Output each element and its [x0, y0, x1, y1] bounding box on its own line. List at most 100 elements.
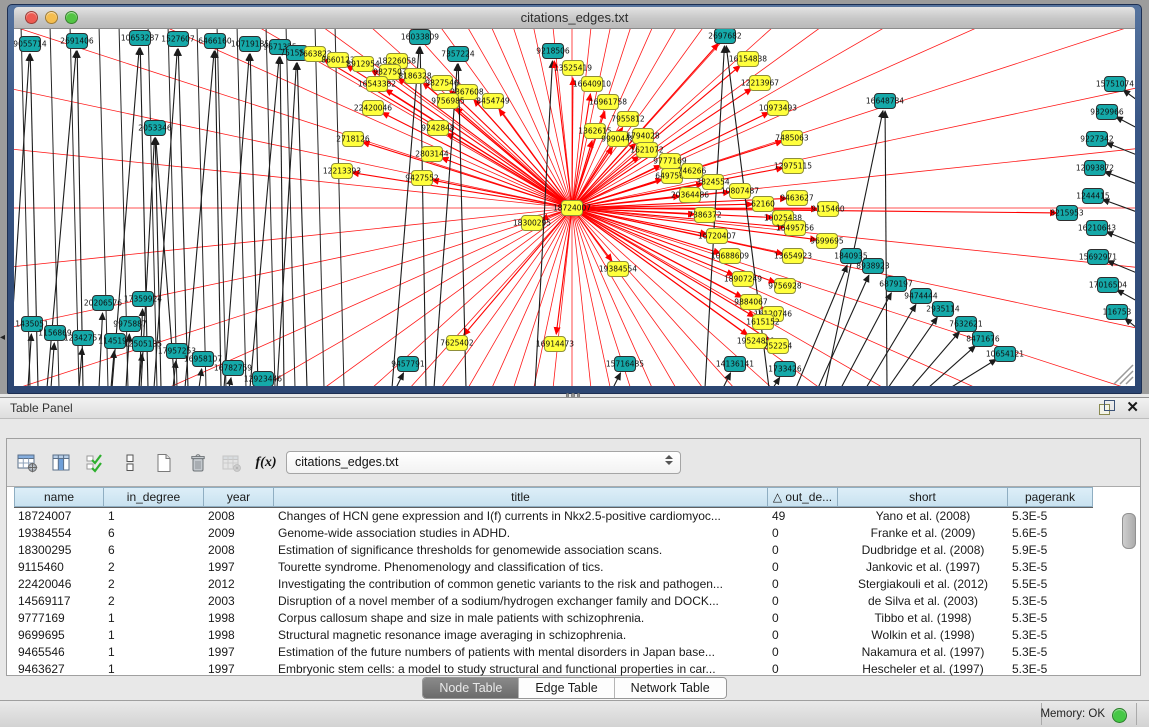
delete-table-icon[interactable] [185, 450, 211, 476]
column-header-out-de-[interactable]: △ out_de... [768, 487, 838, 507]
graph-node[interactable]: 1615152 [746, 315, 780, 330]
table-row[interactable]: 911546021997Tourette syndrome. Phenomeno… [14, 559, 1093, 576]
graph-node[interactable]: 1621072 [630, 143, 664, 158]
graph-node[interactable]: 16033809 [401, 30, 439, 45]
graph-node[interactable]: 16648784 [866, 94, 904, 109]
graph-node[interactable]: 8454749 [476, 94, 510, 109]
graph-node[interactable]: 9055714 [14, 37, 47, 52]
graph-node[interactable]: 18300295 [513, 216, 551, 231]
new-table-icon[interactable] [151, 450, 177, 476]
tab-edge-table[interactable]: Edge Table [518, 678, 613, 698]
graph-node[interactable]: 2718126 [336, 132, 370, 147]
graph-node[interactable]: 8215953 [1050, 206, 1084, 221]
graph-node[interactable]: 2053346 [138, 121, 172, 136]
table-row[interactable]: 1456911722003Disruption of a novel membe… [14, 593, 1093, 610]
tab-node-table[interactable]: Node Table [423, 678, 518, 698]
graph-node[interactable]: 12975115 [774, 159, 812, 174]
graph-node[interactable]: 13654923 [774, 249, 812, 264]
graph-node[interactable]: 7357224 [441, 47, 475, 62]
graph-node[interactable]: 7485063 [775, 131, 809, 146]
graph-node[interactable]: 6466160 [198, 34, 232, 49]
graph-node[interactable]: 20206576 [84, 296, 122, 311]
graph-node[interactable]: 9218506 [536, 44, 570, 59]
graph-node[interactable]: 116753 [1103, 305, 1132, 320]
graph-node[interactable]: 2935114 [926, 302, 960, 317]
graph-node[interactable]: 16720407 [698, 229, 736, 244]
graph-node[interactable]: 8938923 [856, 259, 890, 274]
table-scrollbar[interactable] [1122, 513, 1134, 673]
graph-node[interactable]: 7632621 [949, 317, 983, 332]
table-settings-icon[interactable] [15, 450, 41, 476]
column-header-in-degree[interactable]: in_degree [104, 487, 204, 507]
column-header-year[interactable]: year [204, 487, 274, 507]
graph-node[interactable]: 10973493 [759, 101, 797, 116]
table-row[interactable]: 1872400712008Changes of HCN gene express… [14, 508, 1093, 525]
graph-node[interactable]: 1733426 [768, 362, 802, 377]
table-row[interactable]: 946362711997Embryonic stem cells: a mode… [14, 661, 1093, 678]
graph-node[interactable]: 1527607 [161, 32, 195, 47]
graph-node[interactable]: 16961758 [589, 95, 627, 110]
graph-node[interactable]: 9457791 [391, 357, 425, 372]
graph-node[interactable]: 2697682 [708, 29, 742, 44]
graph-node[interactable]: 16154838 [729, 52, 767, 67]
graph-node[interactable]: 12213967 [741, 76, 779, 91]
column-header-pagerank[interactable]: pagerank [1008, 487, 1093, 507]
table-row[interactable]: 2242004622012Investigating the contribut… [14, 576, 1093, 593]
tab-network-table[interactable]: Network Table [614, 678, 726, 698]
graph-node[interactable]: 12342757 [64, 331, 102, 346]
float-window-icon[interactable] [1099, 400, 1114, 415]
graph-node[interactable]: 9463627 [780, 191, 814, 206]
delete-table-disabled-icon[interactable] [219, 450, 245, 476]
window-resize-grip[interactable] [1114, 365, 1133, 384]
collapse-panel-arrow-icon[interactable]: ◂ [0, 333, 5, 343]
network-window-titlebar[interactable]: citations_edges.txt [14, 7, 1135, 29]
graph-node[interactable]: 9756928 [768, 279, 802, 294]
graph-node[interactable]: 7386372 [688, 208, 722, 223]
graph-node[interactable]: 9699695 [810, 234, 844, 249]
graph-node[interactable]: 14136141 [716, 357, 754, 372]
column-header-name[interactable]: name [14, 487, 104, 507]
table-select-dropdown[interactable]: citations_edges.txt [286, 451, 681, 474]
graph-node[interactable]: 16640910 [573, 77, 611, 92]
graph-node[interactable]: 15716485 [606, 357, 644, 372]
graph-node[interactable]: 7955812 [611, 112, 645, 127]
table-row[interactable]: 977716911998Corpus callosum shape and si… [14, 610, 1093, 627]
close-panel-icon[interactable]: ✕ [1126, 400, 1139, 415]
table-row[interactable]: 1938455462009Genome-wide association stu… [14, 525, 1093, 542]
graph-node[interactable]: 12213393 [323, 164, 361, 179]
graph-node[interactable]: 10654121 [986, 347, 1024, 362]
graph-node[interactable]: 17016504 [1089, 278, 1127, 293]
graph-node[interactable]: 1244415 [1076, 189, 1110, 204]
table-row[interactable]: 1830029562008Estimation of significance … [14, 542, 1093, 559]
network-canvas[interactable]: 9055714269140610653287152760764661601071… [14, 29, 1135, 386]
column-header-title[interactable]: title [274, 487, 768, 507]
graph-node[interactable]: 746266 [678, 164, 707, 179]
select-columns-icon[interactable] [83, 450, 109, 476]
graph-node[interactable]: 9242848 [421, 121, 455, 136]
graph-node[interactable]: 2691406 [60, 34, 94, 49]
graph-node[interactable]: 10807487 [721, 184, 759, 199]
table-row[interactable]: 969969511998Structural magnetic resonanc… [14, 627, 1093, 644]
graph-node[interactable]: 9474444 [904, 289, 938, 304]
column-header-short[interactable]: short [838, 487, 1008, 507]
graph-node[interactable]: 10653287 [121, 31, 159, 46]
table-column-icon[interactable] [49, 450, 75, 476]
graph-node[interactable]: 8471676 [966, 332, 1000, 347]
graph-node[interactable]: 15751074 [1096, 77, 1134, 92]
graph-node[interactable]: 9427552 [405, 171, 439, 186]
graph-node[interactable]: 62160 [751, 197, 775, 212]
graph-node[interactable]: 9115460 [811, 202, 845, 217]
graph-node[interactable]: 17359924 [124, 292, 162, 307]
graph-node[interactable]: 16543382 [358, 77, 396, 92]
graph-node[interactable]: 2803144 [415, 147, 449, 162]
graph-node[interactable]: 252254 [764, 339, 793, 354]
row-height-icon[interactable] [117, 450, 143, 476]
function-builder-icon[interactable]: f(x) [253, 450, 279, 476]
table-row[interactable]: 946554611997Estimation of the future num… [14, 644, 1093, 661]
graph-node[interactable]: 9329966 [1090, 105, 1124, 120]
graph-node[interactable]: 6879197 [879, 277, 913, 292]
scrollbar-thumb[interactable] [1122, 513, 1136, 549]
graph-node[interactable]: 12923446 [244, 372, 282, 387]
graph-node[interactable]: 20364486 [671, 188, 709, 203]
graph-node[interactable]: 16782759 [214, 361, 252, 376]
